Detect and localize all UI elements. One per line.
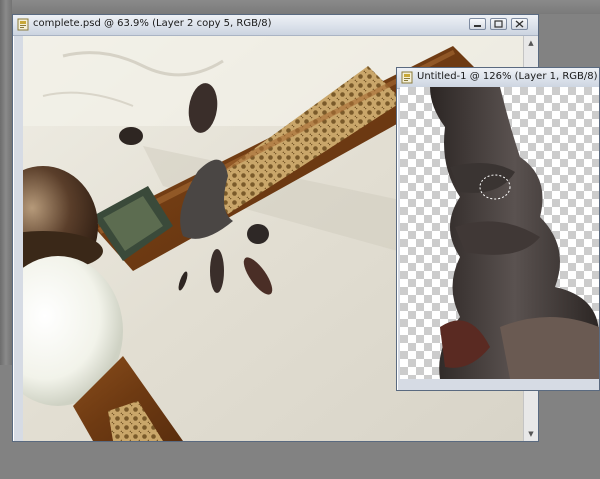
scroll-up-arrow-icon[interactable]: ▲	[524, 36, 538, 50]
window-title: complete.psd @ 63.9% (Layer 2 copy 5, RG…	[33, 18, 272, 29]
close-icon	[515, 20, 524, 28]
tree-branch-arm-image	[430, 87, 599, 379]
window-title: Untitled-1 @ 126% (Layer 1, RGB/8)	[417, 71, 598, 82]
transparent-layer-canvas[interactable]	[400, 87, 599, 379]
desktop-background-left	[0, 0, 12, 365]
minimize-button[interactable]	[469, 18, 486, 30]
maximize-icon	[494, 20, 503, 28]
maximize-button[interactable]	[490, 18, 507, 30]
window-titlebar[interactable]: Untitled-1 @ 126% (Layer 1, RGB/8)	[397, 68, 599, 89]
desktop-background-top	[0, 0, 600, 14]
close-button[interactable]	[511, 18, 528, 30]
document-window-untitled-1[interactable]: Untitled-1 @ 126% (Layer 1, RGB/8)	[396, 67, 600, 391]
photoshop-document-icon	[17, 18, 29, 31]
window-titlebar[interactable]: complete.psd @ 63.9% (Layer 2 copy 5, RG…	[13, 15, 538, 36]
photoshop-document-icon	[401, 71, 413, 84]
scroll-down-arrow-icon[interactable]: ▼	[524, 427, 538, 441]
minimize-icon	[474, 25, 481, 27]
